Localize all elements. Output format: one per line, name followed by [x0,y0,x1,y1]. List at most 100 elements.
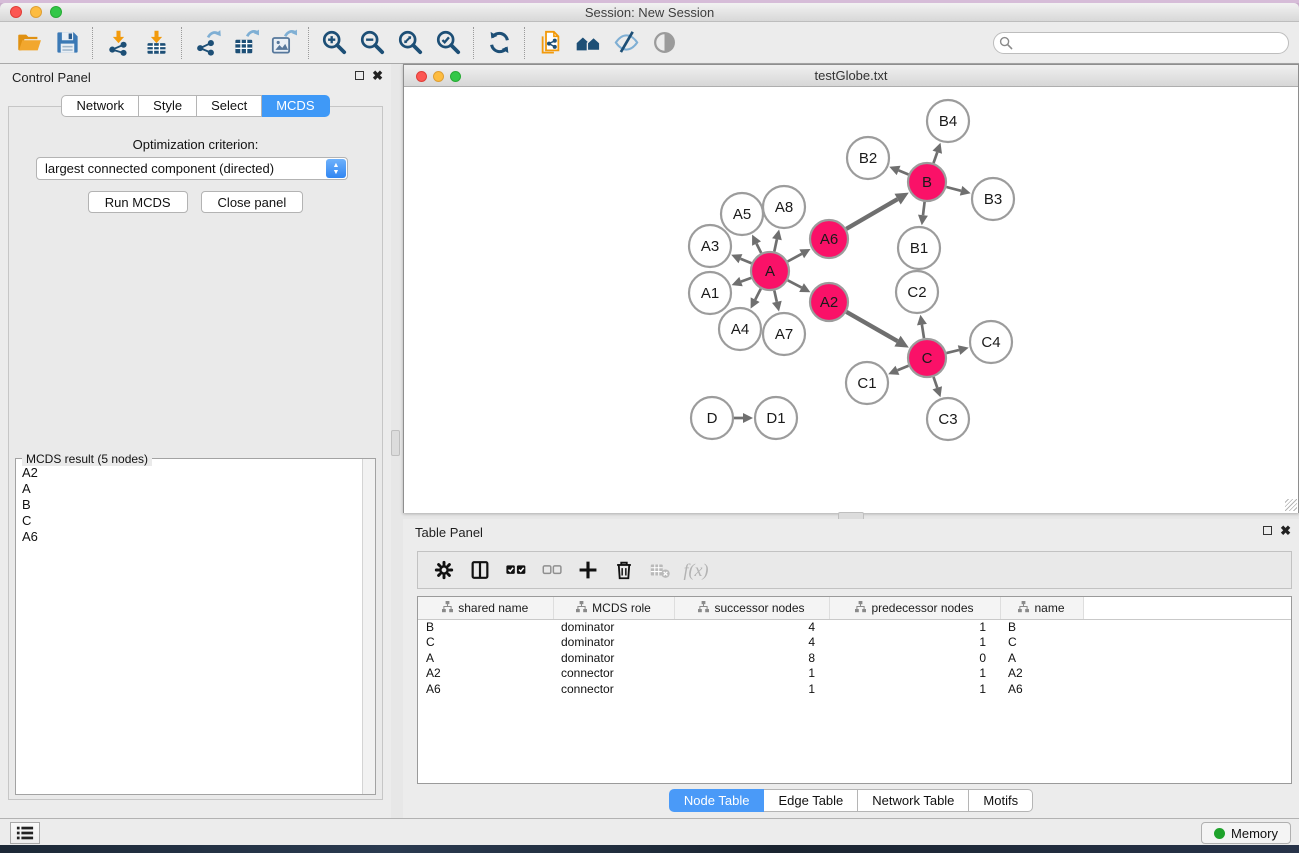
table-row[interactable]: Adominator80A [418,650,1291,666]
table-row[interactable]: A2connector11A2 [418,666,1291,682]
close-table-panel-icon[interactable]: ✖ [1280,525,1291,536]
graph-node-C2[interactable]: C2 [896,271,938,313]
import-table-button[interactable] [137,25,175,61]
tab-style[interactable]: Style [139,95,197,117]
close-panel-icon[interactable]: ✖ [372,70,383,81]
graph-edge[interactable] [946,350,959,353]
graph-node-C3[interactable]: C3 [927,398,969,440]
graph-node-D1[interactable]: D1 [755,397,797,439]
graph-node-D[interactable]: D [691,397,733,439]
minimize-window-button[interactable] [30,6,42,18]
table-row[interactable]: A6connector11A6 [418,681,1291,697]
float-table-panel-icon[interactable] [1263,526,1272,535]
network-graph[interactable]: B4B2BB3A8A5A6A3B1AC2A1A2A4A7C4CC1C3DD1 [404,87,1298,513]
network-graph-canvas[interactable]: B4B2BB3A8A5A6A3B1AC2A1A2A4A7C4CC1C3DD1 [404,87,1298,513]
tab-motifs[interactable]: Motifs [969,789,1033,812]
first-neighbors-button[interactable] [569,25,607,61]
result-item[interactable]: C [22,513,356,529]
close-window-button[interactable] [10,6,22,18]
graph-edge[interactable] [934,152,938,163]
select-all-rows-button[interactable] [498,554,534,586]
zoom-out-button[interactable] [353,25,391,61]
tab-edge-table[interactable]: Edge Table [764,789,858,812]
show-hidden-button[interactable] [645,25,683,61]
graph-edge[interactable] [946,187,961,191]
zoom-fit-button[interactable] [391,25,429,61]
new-network-from-selection-button[interactable] [531,25,569,61]
graph-node-C1[interactable]: C1 [846,362,888,404]
tab-node-table[interactable]: Node Table [669,789,765,812]
table-row[interactable]: Bdominator41B [418,619,1291,635]
graph-edge[interactable] [934,377,938,388]
result-item[interactable]: A [22,481,356,497]
memory-button[interactable]: Memory [1201,822,1291,844]
result-scrollbar[interactable] [362,459,375,794]
graph-node-B3[interactable]: B3 [972,178,1014,220]
graph-node-B2[interactable]: B2 [847,137,889,179]
close-panel-button[interactable]: Close panel [201,191,304,213]
column-header[interactable]: successor nodes [674,597,829,619]
table-row[interactable]: Cdominator41C [418,635,1291,651]
graph-node-B4[interactable]: B4 [927,100,969,142]
tab-select[interactable]: Select [197,95,262,117]
graph-node-B[interactable]: B [908,163,946,201]
graph-edge[interactable] [788,280,802,287]
network-close-button[interactable] [416,71,427,82]
export-network-button[interactable] [188,25,226,61]
create-column-button[interactable] [570,554,606,586]
column-header[interactable]: name [1000,597,1083,619]
graph-node-A6[interactable]: A6 [810,220,848,258]
result-item[interactable]: B [22,497,356,513]
network-minimize-button[interactable] [433,71,444,82]
tab-network[interactable]: Network [61,95,139,117]
run-mcds-button[interactable]: Run MCDS [88,191,188,213]
graph-edge[interactable] [741,259,752,264]
graph-node-A8[interactable]: A8 [763,186,805,228]
graph-edge[interactable] [898,366,909,371]
window-resize-grip[interactable] [1285,499,1297,511]
graph-node-C[interactable]: C [908,339,946,377]
graph-node-A[interactable]: A [751,252,789,290]
graph-node-A2[interactable]: A2 [810,283,848,321]
graph-node-A4[interactable]: A4 [719,308,761,350]
hide-selected-button[interactable] [607,25,645,61]
graph-edge[interactable] [788,254,802,262]
tab-network-table[interactable]: Network Table [858,789,969,812]
delete-column-button[interactable] [606,554,642,586]
graph-edge[interactable] [774,291,777,302]
network-zoom-button[interactable] [450,71,461,82]
deselect-all-rows-button[interactable] [534,554,570,586]
graph-edge[interactable] [846,199,897,229]
export-table-button[interactable] [226,25,264,61]
open-session-button[interactable] [10,25,48,61]
zoom-window-button[interactable] [50,6,62,18]
graph-edge[interactable] [774,239,777,251]
column-header[interactable]: shared name [418,597,553,619]
graph-edge[interactable] [899,170,909,174]
graph-node-B1[interactable]: B1 [898,227,940,269]
zoom-selected-button[interactable] [429,25,467,61]
save-session-button[interactable] [48,25,86,61]
tab-mcds[interactable]: MCDS [262,95,329,117]
graph-node-A3[interactable]: A3 [689,225,731,267]
graph-node-C4[interactable]: C4 [970,321,1012,363]
vertical-splitter-handle[interactable] [391,430,400,456]
graph-edge[interactable] [757,244,762,253]
task-history-button[interactable] [10,822,40,844]
result-item[interactable]: A2 [22,465,356,481]
graph-edge[interactable] [923,202,925,215]
search-input[interactable] [993,32,1289,54]
criterion-select[interactable]: largest connected component (directed) ▲… [36,157,348,180]
graph-node-A7[interactable]: A7 [763,313,805,355]
column-header[interactable]: predecessor nodes [829,597,1000,619]
graph-edge[interactable] [755,289,761,300]
column-header[interactable]: MCDS role [553,597,674,619]
zoom-in-button[interactable] [315,25,353,61]
float-panel-icon[interactable] [355,71,364,80]
result-item[interactable]: A6 [22,529,356,545]
refresh-button[interactable] [480,25,518,61]
graph-edge[interactable] [846,312,897,341]
toggle-columns-button[interactable] [462,554,498,586]
mcds-result-list[interactable]: A2ABCA6 [16,462,362,794]
graph-node-A5[interactable]: A5 [721,193,763,235]
